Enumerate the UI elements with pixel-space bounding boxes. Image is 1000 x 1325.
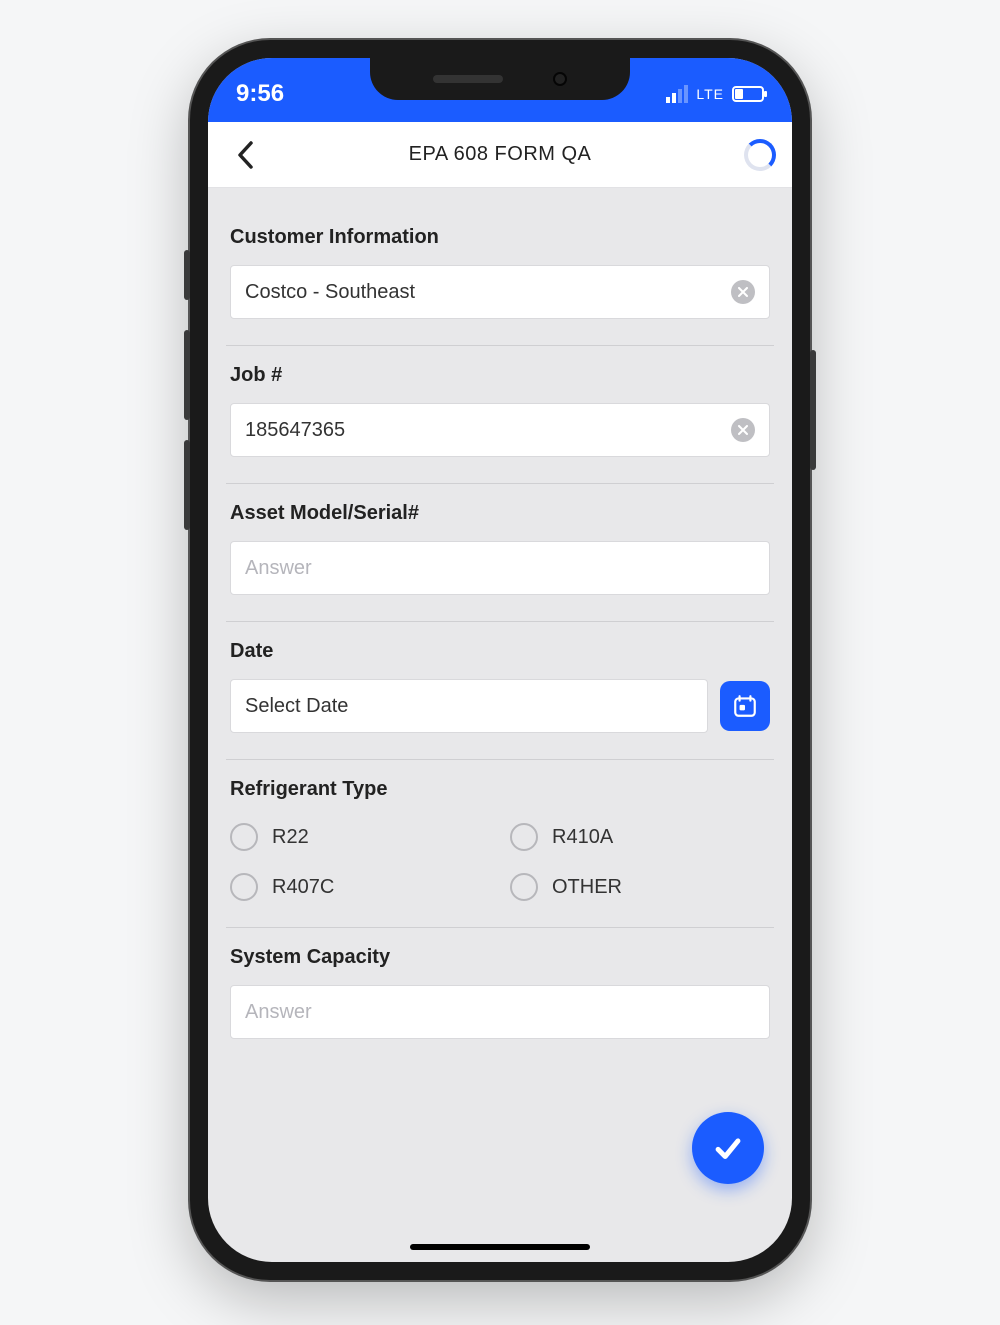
radio-other[interactable]: OTHER	[510, 873, 770, 901]
section-job: Job #	[226, 346, 774, 484]
clear-job-button[interactable]	[731, 418, 755, 442]
speaker	[433, 75, 503, 83]
calendar-icon	[732, 693, 758, 719]
job-input[interactable]	[245, 404, 731, 456]
radio-icon	[510, 823, 538, 851]
close-icon	[738, 287, 748, 297]
customer-input-wrap	[230, 265, 770, 319]
radio-r22-label: R22	[272, 826, 309, 849]
side-button	[184, 250, 190, 300]
phone-frame: 9:56 LTE EPA 608 FORM QA Customer Inform…	[190, 40, 810, 1280]
radio-r22[interactable]: R22	[230, 823, 490, 851]
radio-other-label: OTHER	[552, 876, 622, 899]
customer-input[interactable]	[245, 266, 731, 318]
signal-bars-icon	[666, 85, 688, 103]
section-refrigerant: Refrigerant Type R22 R410A R407C	[226, 760, 774, 928]
date-input-wrap[interactable]: Select Date	[230, 679, 708, 733]
section-date: Date Select Date	[226, 622, 774, 760]
radio-icon	[230, 873, 258, 901]
back-button[interactable]	[218, 122, 274, 187]
calendar-button[interactable]	[720, 681, 770, 731]
asset-input-wrap	[230, 541, 770, 595]
radio-icon	[510, 873, 538, 901]
refrigerant-label: Refrigerant Type	[230, 778, 770, 801]
front-camera	[553, 72, 567, 86]
date-row: Select Date	[230, 679, 770, 733]
radio-icon	[230, 823, 258, 851]
radio-r410a-label: R410A	[552, 826, 613, 849]
screen: 9:56 LTE EPA 608 FORM QA Customer Inform…	[208, 58, 792, 1262]
check-icon	[711, 1131, 745, 1165]
loading-spinner-icon	[744, 139, 776, 171]
refrigerant-options: R22 R410A R407C OTHER	[230, 817, 770, 901]
network-label: LTE	[696, 86, 724, 102]
battery-icon	[732, 86, 764, 102]
section-capacity: System Capacity	[226, 928, 774, 1065]
nav-header: EPA 608 FORM QA	[208, 122, 792, 188]
job-input-wrap	[230, 403, 770, 457]
page-title: EPA 608 FORM QA	[409, 143, 592, 166]
notch	[370, 58, 630, 100]
submit-fab[interactable]	[692, 1112, 764, 1184]
customer-label: Customer Information	[230, 226, 770, 249]
asset-input[interactable]	[245, 542, 755, 594]
capacity-input-wrap	[230, 985, 770, 1039]
close-icon	[738, 425, 748, 435]
status-time: 9:56	[236, 80, 284, 108]
chevron-left-icon	[236, 140, 256, 170]
capacity-input[interactable]	[245, 986, 755, 1038]
capacity-label: System Capacity	[230, 946, 770, 969]
section-asset: Asset Model/Serial#	[226, 484, 774, 622]
section-customer: Customer Information	[226, 208, 774, 346]
clear-customer-button[interactable]	[731, 280, 755, 304]
radio-r410a[interactable]: R410A	[510, 823, 770, 851]
volume-up-button	[184, 330, 190, 420]
date-value: Select Date	[245, 695, 693, 718]
volume-down-button	[184, 440, 190, 530]
form-body[interactable]: Customer Information Job #	[208, 188, 792, 1262]
radio-r407c[interactable]: R407C	[230, 873, 490, 901]
radio-r407c-label: R407C	[272, 876, 334, 899]
date-label: Date	[230, 640, 770, 663]
asset-label: Asset Model/Serial#	[230, 502, 770, 525]
power-button	[810, 350, 816, 470]
home-indicator[interactable]	[410, 1244, 590, 1250]
job-label: Job #	[230, 364, 770, 387]
status-right: LTE	[666, 85, 764, 103]
